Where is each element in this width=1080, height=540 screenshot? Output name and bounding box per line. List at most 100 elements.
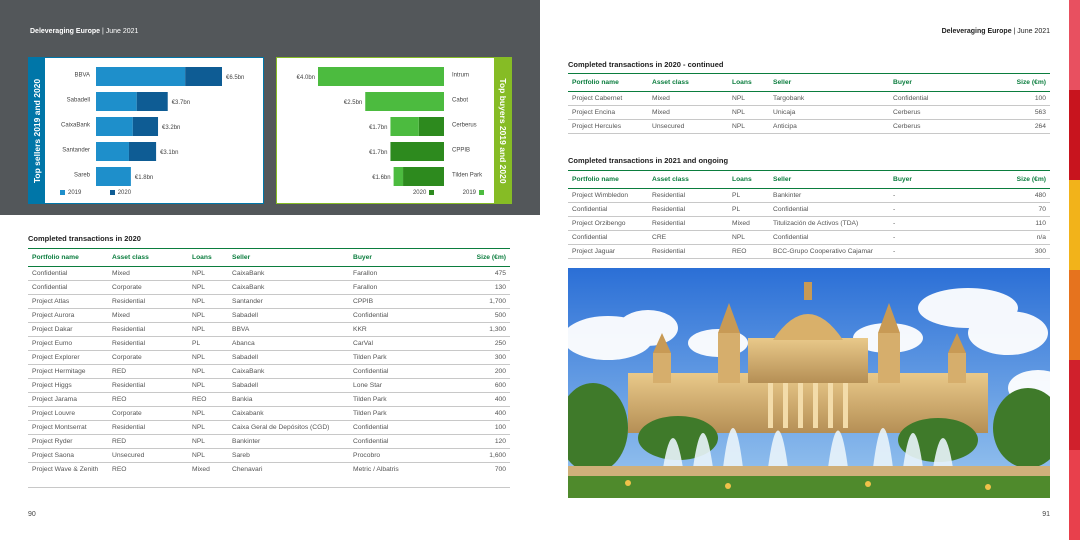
table-row: Project Wimbledon Residential PL Bankinter -…	[568, 188, 1050, 203]
total-value-label: €3.7bn	[171, 100, 189, 106]
category-label: Cerberus	[452, 122, 477, 128]
bar-2020-caixabank	[132, 116, 158, 136]
cell-seller: Confidential	[769, 202, 889, 217]
bar-2020-sabadell	[136, 91, 168, 111]
bar-2019-sabadell	[95, 91, 137, 111]
cell-asset-class: Corporate	[108, 350, 188, 365]
column-header-loans: Loans	[728, 73, 769, 92]
total-value-label: €3.2bn	[162, 125, 180, 131]
category-label: Intrum	[452, 72, 469, 78]
cell-loans: NPL	[188, 364, 228, 379]
cell-seller: Confidential	[769, 230, 889, 245]
cell-portfolio-name: Project Dakar	[28, 322, 108, 337]
cell-buyer: Confidential	[889, 91, 987, 106]
cell-asset-class: Residential	[108, 336, 188, 351]
cell-asset-class: Residential	[108, 378, 188, 393]
edge-stripe-red	[1069, 90, 1080, 180]
cell-size-m: 100	[447, 420, 510, 435]
edge-stripe-crimson	[1069, 360, 1080, 450]
cell-seller: BCC-Grupo Cooperativo Cajamar	[769, 244, 889, 259]
cell-loans: Mixed	[728, 216, 769, 231]
bar-2019-cabot	[364, 91, 444, 111]
cell-size-m: 200	[447, 364, 510, 379]
total-value-label: €1.6bn	[372, 175, 390, 181]
total-value-label: €6.5bn	[226, 75, 244, 81]
column-header-seller: Seller	[769, 170, 889, 189]
table-row: Project Jaguar Residential REO BCC-Grupo Co…	[568, 244, 1050, 259]
cell-size-m: 480	[987, 188, 1050, 203]
cell-portfolio-name: Project Aurora	[28, 308, 108, 323]
legend-label-2020: 2020	[117, 190, 132, 196]
sellers-side-title: Top sellers 2019 and 2020	[31, 78, 42, 183]
cell-buyer: Tilden Park	[349, 406, 447, 421]
category-label: CPPIB	[452, 147, 470, 153]
cell-buyer: Tilden Park	[349, 392, 447, 407]
column-header-portfolio-name: Portfolio name	[568, 73, 648, 92]
category-label: CaixaBank	[60, 122, 90, 128]
cell-portfolio-name: Confidential	[28, 266, 108, 281]
cell-asset-class: Corporate	[108, 406, 188, 421]
column-header-buyer: Buyer	[349, 248, 447, 267]
legend-swatch-2020	[429, 189, 435, 195]
cell-loans: NPL	[188, 378, 228, 393]
cell-asset-class: REO	[108, 392, 188, 407]
table-row: Project Orzibengo Residential Mixed Tituliz…	[568, 216, 1050, 231]
cell-asset-class: Residential	[108, 294, 188, 309]
top-sellers-chart: BBVA €6.5bn Sabadell €3.7bn CaixaBank €3.2bn S…	[28, 57, 264, 204]
table-header-row: Portfolio name Asset class Loans Seller Buye…	[568, 73, 1050, 92]
cell-buyer: Procobro	[349, 448, 447, 463]
cell-asset-class: Mixed	[108, 308, 188, 323]
table-row: Project Explorer Corporate NPL Sabadell Tild…	[28, 350, 510, 365]
column-header-size-m: Size (€m)	[987, 73, 1050, 92]
bar-2019-tilden-park	[393, 166, 403, 186]
cell-portfolio-name: Project Cabernet	[568, 91, 648, 106]
table-2020-title: Completed transactions in 2020	[28, 234, 141, 243]
table-row: Project Higgs Residential NPL Sabadell Lone …	[28, 378, 510, 393]
cell-buyer: Farallon	[349, 266, 447, 281]
cell-asset-class: Mixed	[108, 266, 188, 281]
edge-stripe-orange	[1069, 270, 1080, 360]
table-row: Project Cabernet Mixed NPL Targobank Confide…	[568, 91, 1050, 106]
category-label: Cabot	[452, 97, 468, 103]
table-row: Project Encina Mixed NPL Unicaja Cerberus 563	[568, 105, 1050, 120]
cell-portfolio-name: Project Eumo	[28, 336, 108, 351]
cell-size-m: 1,600	[447, 448, 510, 463]
cell-buyer: Confidential	[349, 308, 447, 323]
table-row: Project Aurora Mixed NPL Sabadell Confidenti…	[28, 308, 510, 323]
palace-fountain-photo	[568, 268, 1050, 498]
bar-2019-intrum	[317, 66, 444, 86]
cell-portfolio-name: Project Wimbledon	[568, 188, 648, 203]
cell-portfolio-name: Project Orzibengo	[568, 216, 648, 231]
cell-size-m: 110	[987, 216, 1050, 231]
total-value-label: €4.0bn	[296, 75, 314, 81]
cell-loans: NPL	[728, 230, 769, 245]
cell-portfolio-name: Project Wave & Zenith	[28, 462, 108, 488]
cell-asset-class: Corporate	[108, 280, 188, 295]
column-header-buyer: Buyer	[889, 73, 987, 92]
table-row: Project Hermitage RED NPL CaixaBank Confiden…	[28, 364, 510, 379]
cell-buyer: Metric / Albatris	[349, 462, 447, 488]
table-row: Project Hercules Unsecured NPL Anticipa Cerb…	[568, 119, 1050, 134]
sellers-side-tab: Top sellers 2019 and 2020	[28, 57, 45, 204]
cell-asset-class: Residential	[108, 420, 188, 435]
table-row: Project Louvre Corporate NPL Caixabank Tilde…	[28, 406, 510, 421]
cell-asset-class: Residential	[108, 322, 188, 337]
cell-portfolio-name: Project Ryder	[28, 434, 108, 449]
table-row: Project Jarama REO REO Bankia Tilden Park 400	[28, 392, 510, 407]
cell-loans: NPL	[188, 308, 228, 323]
table-header-row: Portfolio name Asset class Loans Seller Buye…	[28, 248, 510, 267]
table-row: Project Ryder RED NPL Bankinter Confidential…	[28, 434, 510, 449]
cell-loans: NPL	[188, 406, 228, 421]
cell-portfolio-name: Project Explorer	[28, 350, 108, 365]
cell-seller: Caixabank	[228, 406, 349, 421]
table-row: Project Dakar Residential NPL BBVA KKR 1,300	[28, 322, 510, 337]
edge-stripe-red-bottom	[1069, 450, 1080, 540]
cell-loans: NPL	[188, 322, 228, 337]
table-row: Project Wave & Zenith REO Mixed Chenavari Me…	[28, 462, 510, 488]
cell-loans: PL	[188, 336, 228, 351]
bar-2019-bbva	[95, 66, 185, 86]
cell-size-m: 1,300	[447, 322, 510, 337]
legend-label-2019: 2019	[462, 190, 476, 196]
category-label: Santander	[62, 147, 90, 153]
column-header-asset-class: Asset class	[648, 170, 728, 189]
